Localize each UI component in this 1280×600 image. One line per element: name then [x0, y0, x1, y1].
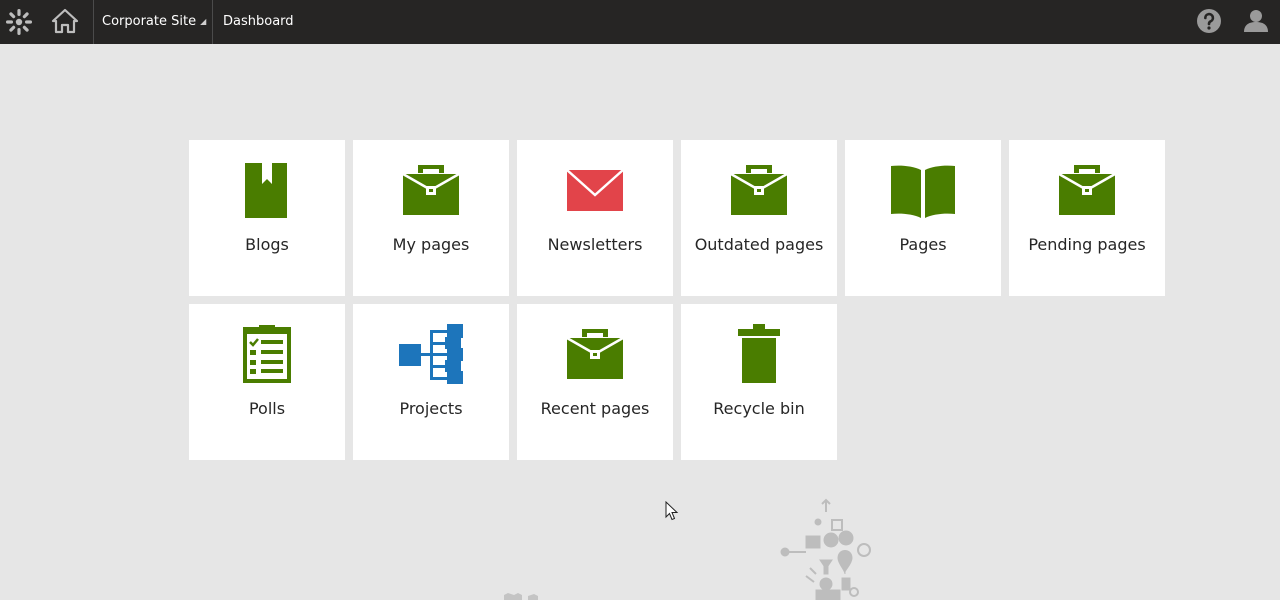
top-bar: Corporate Site ◢ Dashboard [0, 0, 1280, 44]
trash-icon [738, 324, 780, 383]
tile-label: Polls [248, 399, 286, 418]
tile-label: Outdated pages [694, 235, 824, 254]
tile-pages[interactable]: Pages [845, 140, 1001, 296]
tile-label: Pages [899, 235, 947, 254]
envelope-icon [566, 169, 624, 211]
tile-label: Pending pages [1028, 235, 1146, 254]
hierarchy-icon [399, 324, 463, 384]
home-icon[interactable] [51, 7, 79, 35]
site-selector[interactable]: Corporate Site ◢ [93, 0, 213, 44]
decorative-gear-icon [504, 593, 538, 600]
tile-recent-pages[interactable]: Recent pages [517, 304, 673, 460]
caret-down-icon: ◢ [200, 17, 207, 26]
tile-projects[interactable]: Projects [353, 304, 509, 460]
help-icon[interactable] [1196, 8, 1222, 34]
tile-outdated-pages[interactable]: Outdated pages [681, 140, 837, 296]
tile-label: Newsletters [547, 235, 643, 254]
tile-newsletters[interactable]: Newsletters [517, 140, 673, 296]
tile-pending-pages[interactable]: Pending pages [1009, 140, 1165, 296]
mouse-cursor-icon [665, 501, 679, 521]
decorative-icons-cluster-icon [780, 498, 871, 600]
app-logo-icon[interactable] [4, 7, 34, 37]
breadcrumb[interactable]: Dashboard [223, 0, 294, 44]
open-book-icon [891, 165, 955, 218]
site-selector-label: Corporate Site [102, 14, 197, 29]
briefcase-icon [402, 165, 460, 215]
tile-polls[interactable]: Polls [189, 304, 345, 460]
tile-label: Recycle bin [713, 399, 805, 418]
tile-label: Blogs [245, 235, 289, 254]
briefcase-icon [730, 165, 788, 215]
tile-label: Recent pages [540, 399, 650, 418]
bookmark-icon [245, 163, 287, 218]
user-icon[interactable] [1243, 8, 1269, 34]
briefcase-icon [1058, 165, 1116, 215]
checklist-icon [243, 325, 291, 383]
briefcase-icon [566, 329, 624, 379]
tile-label: Projects [399, 399, 463, 418]
tile-recycle-bin[interactable]: Recycle bin [681, 304, 837, 460]
tile-label: My pages [392, 235, 470, 254]
tile-my-pages[interactable]: My pages [353, 140, 509, 296]
tile-blogs[interactable]: Blogs [189, 140, 345, 296]
